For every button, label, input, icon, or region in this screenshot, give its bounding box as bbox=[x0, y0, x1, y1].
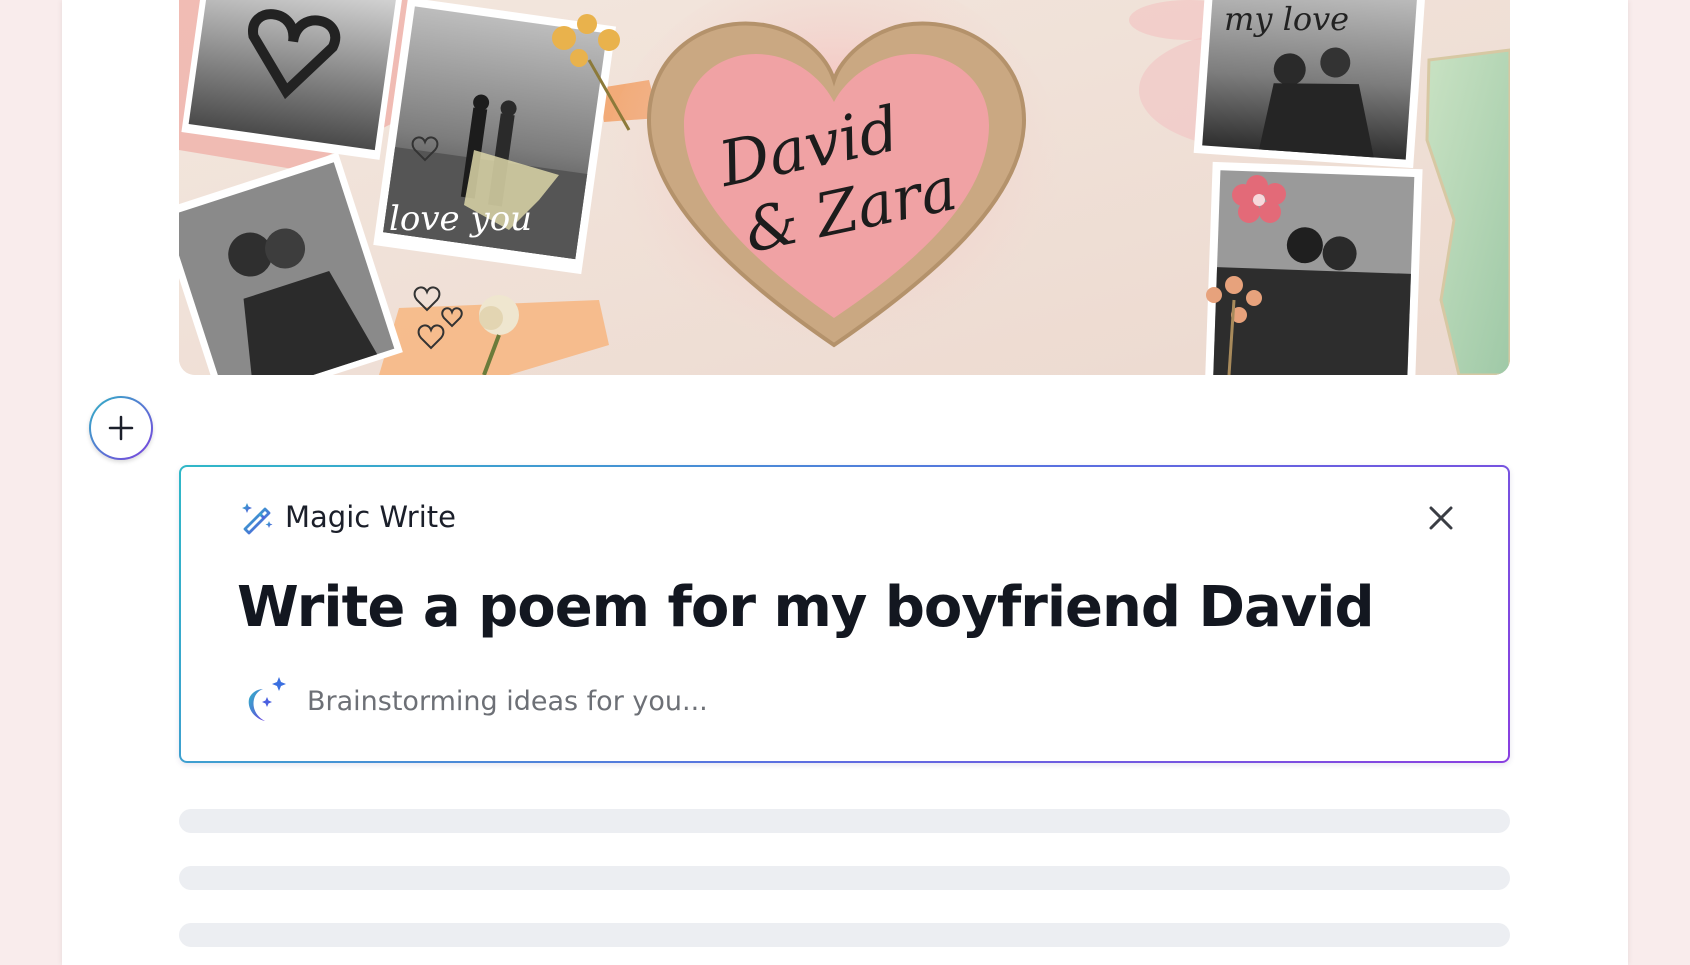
status-row: Brainstorming ideas for you... bbox=[241, 675, 708, 727]
prompt-text: Write a poem for my boyfriend David bbox=[237, 575, 1375, 640]
magic-write-title: Magic Write bbox=[285, 500, 456, 534]
magic-write-header: Magic Write bbox=[239, 499, 456, 535]
plus-icon bbox=[108, 415, 134, 441]
cover-image[interactable]: David & Zara love you my love bbox=[179, 0, 1510, 375]
magic-write-panel: Magic Write Write a poem for my boyfrien… bbox=[179, 465, 1510, 763]
photo-hands-heart bbox=[181, 0, 404, 160]
skeleton-line bbox=[179, 923, 1510, 947]
close-button[interactable] bbox=[1424, 501, 1458, 535]
magic-wand-icon bbox=[242, 503, 273, 535]
status-text: Brainstorming ideas for you... bbox=[307, 685, 708, 717]
photo-caption-love-you: love you bbox=[389, 199, 532, 239]
corner-text-my-love: my love bbox=[1224, 0, 1349, 38]
moon-sparkle-icon bbox=[248, 677, 286, 721]
skeleton-line bbox=[179, 809, 1510, 833]
close-icon bbox=[1429, 506, 1453, 530]
add-block-button[interactable] bbox=[89, 396, 153, 460]
skeleton-line bbox=[179, 866, 1510, 890]
